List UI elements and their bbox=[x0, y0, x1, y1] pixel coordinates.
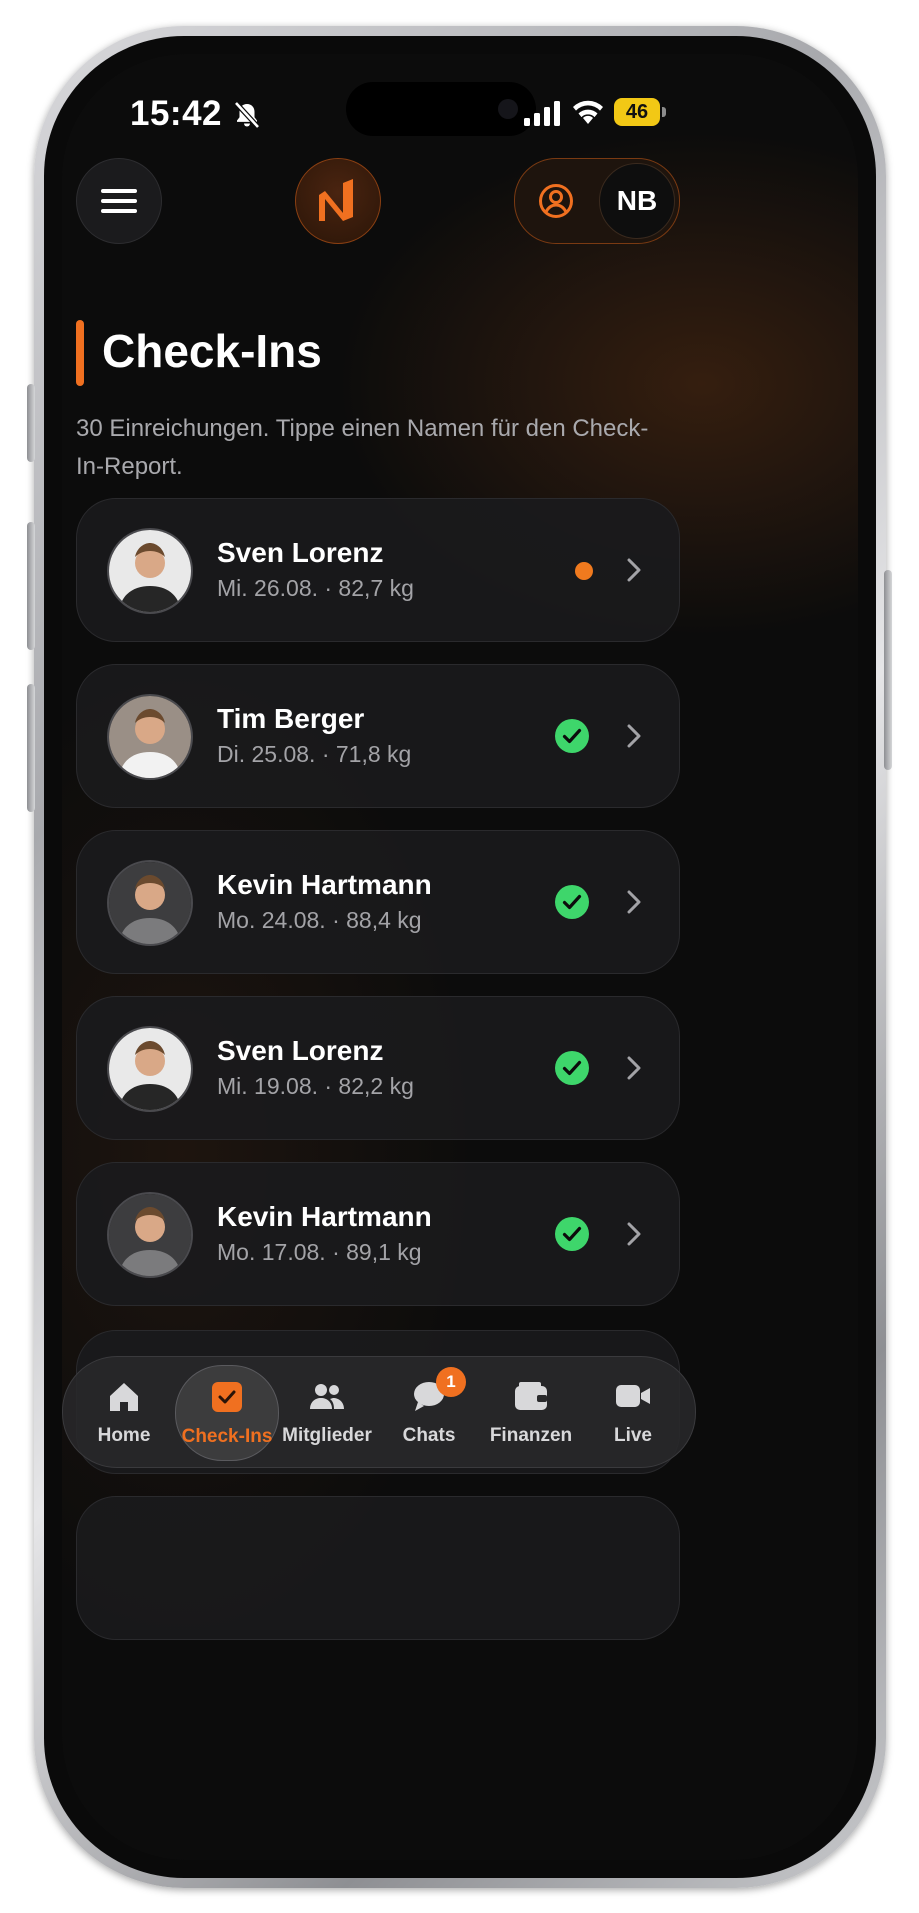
check-circle-icon bbox=[555, 885, 589, 919]
check-circle-icon bbox=[555, 1217, 589, 1251]
chevron-right-icon bbox=[627, 558, 641, 582]
unread-badge: 1 bbox=[436, 1367, 466, 1397]
member-name: Sven Lorenz bbox=[217, 1035, 384, 1066]
chevron-right-icon bbox=[627, 724, 641, 748]
page-subtitle: 30 Einreichungen. Tippe einen Namen für … bbox=[76, 415, 649, 480]
checkin-meta: Mo. 17.08. · 89,1 kg bbox=[217, 1239, 422, 1265]
title-accent-bar bbox=[76, 320, 84, 386]
action-button bbox=[27, 384, 35, 462]
check-circle-icon bbox=[555, 719, 589, 753]
page-title: Check-Ins bbox=[102, 325, 322, 377]
tab-label: Home bbox=[97, 1425, 151, 1446]
checkin-meta: Mo. 24.08. · 88,4 kg bbox=[217, 907, 422, 933]
members-icon bbox=[310, 1384, 344, 1409]
checkin-meta: Di. 25.08. · 71,8 kg bbox=[217, 741, 412, 767]
app-screen: 15:42 46 NB Check-Ins 30 Einreichungen. … bbox=[62, 54, 858, 1860]
tab-bar: Home Check-Ins Mitglieder 1 Chats Finanzen Liv… bbox=[62, 1356, 696, 1468]
app-logo[interactable] bbox=[295, 158, 381, 244]
wallet-icon bbox=[515, 1382, 547, 1410]
check-circle-icon bbox=[555, 1051, 589, 1085]
user-avatar[interactable]: NB bbox=[599, 163, 675, 239]
member-avatar bbox=[107, 1026, 193, 1112]
checkin-row[interactable]: Sven Lorenz Mi. 26.08. · 82,7 kg bbox=[76, 498, 680, 642]
tab-label: Mitglieder bbox=[282, 1425, 372, 1446]
tab-label: Chats bbox=[402, 1425, 456, 1446]
checkin-row[interactable]: Sven Lorenz Mi. 19.08. · 82,2 kg bbox=[76, 996, 680, 1140]
member-avatar bbox=[107, 694, 193, 780]
checkin-meta: Mi. 26.08. · 82,7 kg bbox=[217, 575, 414, 601]
member-name: Tim Berger bbox=[217, 703, 365, 734]
checkin-icon bbox=[212, 1382, 242, 1412]
chevron-right-icon bbox=[627, 890, 641, 914]
wifi-icon bbox=[573, 100, 603, 124]
checkin-meta: Mi. 19.08. · 82,2 kg bbox=[217, 1073, 414, 1099]
video-icon bbox=[616, 1385, 650, 1407]
member-avatar bbox=[107, 860, 193, 946]
checkin-row[interactable]: Kevin Hartmann Mo. 17.08. · 89,1 kg bbox=[76, 1162, 680, 1306]
member-name: Sven Lorenz bbox=[217, 537, 384, 568]
tab-finanzen[interactable]: Finanzen bbox=[480, 1365, 582, 1459]
member-name: Kevin Hartmann bbox=[217, 869, 432, 900]
power-button bbox=[884, 570, 892, 770]
tab-live[interactable]: Live bbox=[582, 1365, 684, 1459]
battery-tip bbox=[662, 107, 666, 117]
tab-mitglieder[interactable]: Mitglieder bbox=[276, 1365, 378, 1459]
tab-home[interactable]: Home bbox=[73, 1365, 175, 1459]
chevron-right-icon bbox=[627, 1222, 641, 1246]
menu-button[interactable] bbox=[76, 158, 162, 244]
volume-up-button bbox=[27, 522, 35, 650]
member-name: Kevin Hartmann bbox=[217, 1201, 432, 1232]
list-item-partial[interactable] bbox=[76, 1496, 680, 1640]
profile-switcher[interactable]: NB bbox=[514, 158, 680, 244]
cellular-signal-icon bbox=[524, 101, 560, 126]
member-avatar bbox=[107, 1192, 193, 1278]
home-icon bbox=[110, 1383, 138, 1411]
battery-indicator: 46 bbox=[614, 98, 660, 126]
member-avatar bbox=[107, 528, 193, 614]
tab-chats[interactable]: 1 Chats bbox=[378, 1365, 480, 1459]
user-circle-icon bbox=[539, 184, 573, 218]
checkin-row[interactable]: Tim Berger Di. 25.08. · 71,8 kg bbox=[76, 664, 680, 808]
status-time: 15:42 bbox=[130, 94, 223, 133]
tab-label: Check-Ins bbox=[181, 1426, 273, 1447]
checkin-row[interactable]: Kevin Hartmann Mo. 24.08. · 88,4 kg bbox=[76, 830, 680, 974]
hamburger-icon bbox=[101, 189, 137, 213]
tab-label: Finanzen bbox=[489, 1425, 573, 1446]
volume-down-button bbox=[27, 684, 35, 812]
dynamic-island bbox=[346, 82, 536, 136]
chevron-right-icon bbox=[627, 1056, 641, 1080]
logo-n-icon bbox=[319, 179, 353, 221]
tab-check-ins[interactable]: Check-Ins bbox=[175, 1365, 279, 1461]
front-camera bbox=[498, 99, 518, 119]
tab-label: Live bbox=[613, 1425, 653, 1446]
pending-dot-icon bbox=[575, 562, 593, 580]
bell-muted-icon bbox=[234, 101, 260, 129]
